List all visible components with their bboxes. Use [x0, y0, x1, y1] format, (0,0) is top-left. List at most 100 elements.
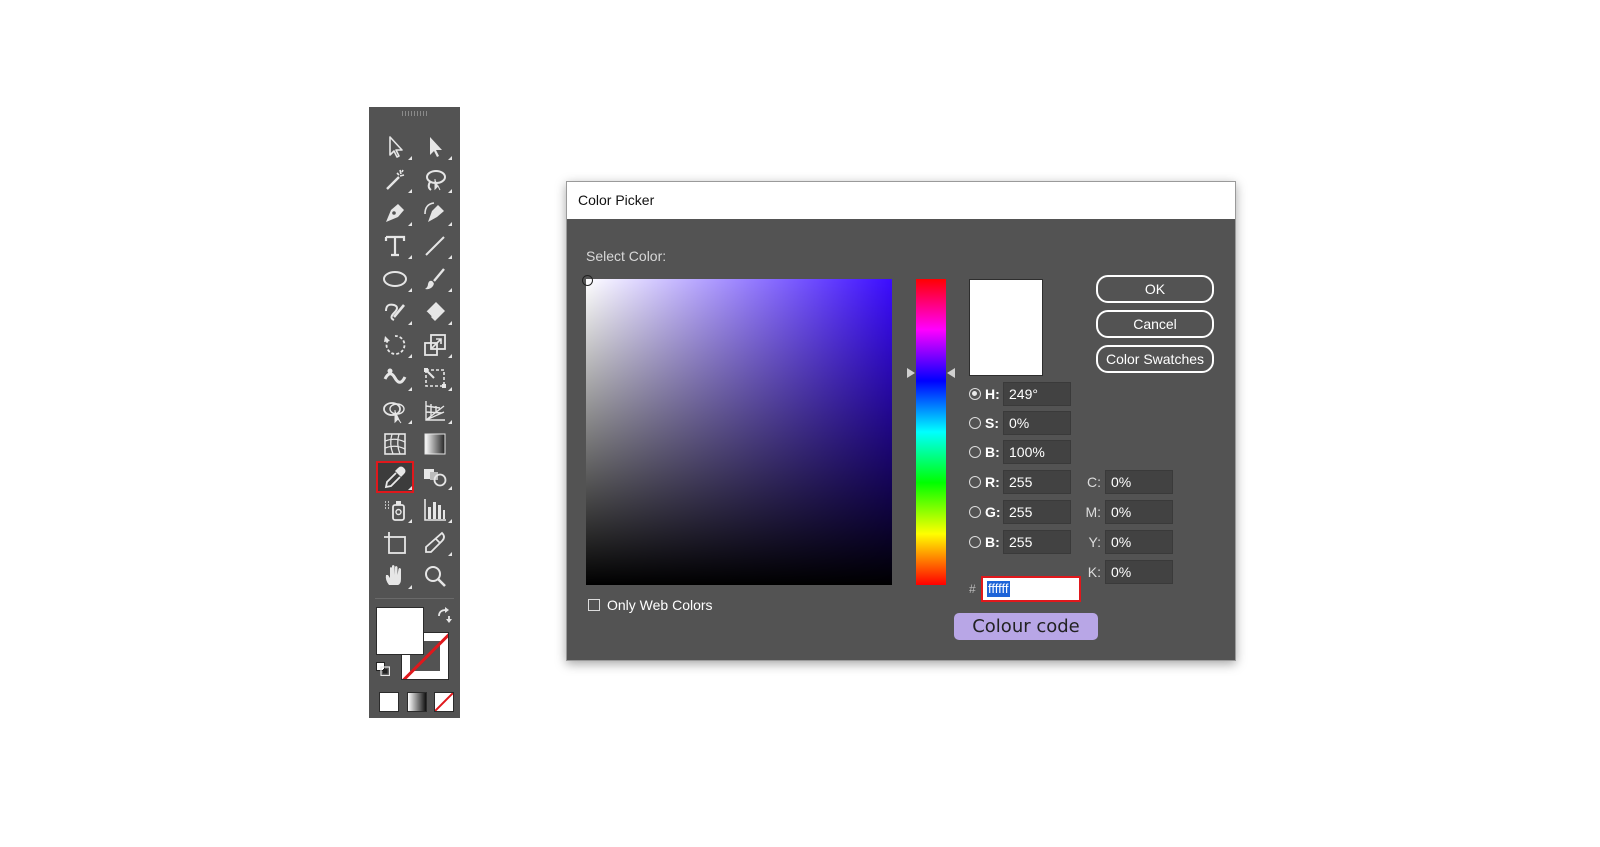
lasso-tool[interactable]: [417, 165, 453, 195]
dialog-titlebar[interactable]: Color Picker: [567, 182, 1235, 219]
magic-wand-tool[interactable]: [377, 165, 413, 195]
width-icon: [383, 368, 407, 384]
magenta-field-row: M: 0%: [1081, 500, 1173, 524]
green-label: G:: [985, 504, 1001, 520]
perspective-grid-icon: [425, 401, 445, 421]
eraser-tool[interactable]: [417, 297, 453, 327]
magenta-input[interactable]: 0%: [1105, 500, 1173, 524]
swap-fill-stroke-icon[interactable]: [436, 607, 452, 623]
arrow-filled-icon: [430, 137, 442, 157]
brightness-label: B:: [985, 444, 1000, 460]
selection-tool[interactable]: [377, 132, 413, 162]
color-picker-dialog: Color Picker Select Color: OK Cancel Col…: [566, 181, 1236, 661]
lasso-icon: [426, 170, 446, 191]
red-input[interactable]: 255: [1003, 470, 1071, 494]
saturation-field-row: S: 0%: [969, 411, 1071, 435]
zoom-tool[interactable]: [417, 561, 453, 591]
perspective-grid-tool[interactable]: [417, 396, 453, 426]
scale-tool[interactable]: [417, 330, 453, 360]
colour-code-annotation: Colour code: [954, 613, 1098, 640]
blue-radio[interactable]: [969, 536, 981, 548]
red-radio[interactable]: [969, 476, 981, 488]
paintbrush-tool[interactable]: [417, 264, 453, 294]
hue-slider-right-arrow[interactable]: [947, 368, 955, 379]
shape-builder-icon: [383, 402, 405, 424]
artboard-icon: [384, 532, 406, 554]
black-gradient-layer: [586, 279, 892, 585]
shaper-icon: [385, 303, 405, 321]
rotate-icon: [384, 335, 406, 355]
arrow-outline-icon: [389, 136, 403, 158]
hand-tool[interactable]: [377, 561, 413, 591]
brightness-input[interactable]: 100%: [1003, 440, 1071, 464]
line-segment-tool[interactable]: [417, 231, 453, 261]
cancel-button[interactable]: Cancel: [1096, 310, 1214, 338]
eraser-icon: [425, 302, 445, 321]
saturation-radio[interactable]: [969, 417, 981, 429]
yellow-label: Y:: [1088, 534, 1101, 550]
eyedropper-tool[interactable]: [376, 461, 414, 493]
cyan-input[interactable]: 0%: [1105, 470, 1173, 494]
blue-input[interactable]: 255: [1003, 530, 1071, 554]
blue-label: B:: [985, 534, 1000, 550]
red-field-row: R: 255: [969, 470, 1071, 494]
artboard-tool[interactable]: [377, 528, 413, 558]
width-tool[interactable]: [377, 363, 413, 393]
saturation-brightness-field[interactable]: [582, 275, 892, 585]
shape-builder-tool[interactable]: [377, 396, 413, 426]
yellow-input[interactable]: 0%: [1105, 530, 1173, 554]
column-graph-tool[interactable]: [417, 495, 453, 525]
ellipse-tool[interactable]: [377, 264, 413, 294]
hue-slider-left-arrow[interactable]: [907, 368, 915, 379]
shaper-tool[interactable]: [377, 297, 413, 327]
blend-tool[interactable]: [417, 462, 453, 492]
cyan-field-row: C: 0%: [1081, 470, 1173, 494]
brightness-radio[interactable]: [969, 446, 981, 458]
symbol-sprayer-tool[interactable]: [377, 495, 413, 525]
ok-button[interactable]: OK: [1096, 275, 1214, 303]
only-web-colors-checkbox[interactable]: [588, 599, 600, 611]
black-input[interactable]: 0%: [1105, 560, 1173, 584]
hash-symbol: #: [969, 582, 976, 596]
brightness-field-row: B: 100%: [969, 440, 1071, 464]
rotate-tool[interactable]: [377, 330, 413, 360]
yellow-field-row: Y: 0%: [1081, 530, 1173, 554]
mesh-icon: [384, 433, 406, 455]
color-swatches-button[interactable]: Color Swatches: [1096, 345, 1214, 373]
none-mode-button[interactable]: [434, 692, 454, 712]
mesh-tool[interactable]: [377, 429, 413, 459]
slice-icon: [425, 531, 445, 553]
line-icon: [425, 236, 445, 256]
only-web-colors-label: Only Web Colors: [607, 597, 713, 613]
color-field-cursor[interactable]: [582, 275, 593, 286]
magic-wand-icon: [386, 169, 405, 190]
symbol-sprayer-icon: [385, 501, 405, 521]
pen-icon: [386, 204, 404, 222]
color-mode-button[interactable]: [379, 692, 399, 712]
default-fill-stroke-icon[interactable]: [376, 662, 390, 676]
pen-tool[interactable]: [377, 198, 413, 228]
hue-field-row: H: 249°: [969, 382, 1071, 406]
dialog-title: Color Picker: [578, 192, 655, 208]
black-field-row: K: 0%: [1081, 560, 1173, 584]
hex-value-selected: ffffff: [987, 581, 1010, 597]
hex-input[interactable]: ffffff: [981, 576, 1081, 602]
gradient-icon: [424, 433, 446, 455]
slice-tool[interactable]: [417, 528, 453, 558]
green-input[interactable]: 255: [1003, 500, 1071, 524]
gradient-tool[interactable]: [417, 429, 453, 459]
free-transform-tool[interactable]: [417, 363, 453, 393]
saturation-input[interactable]: 0%: [1003, 411, 1071, 435]
only-web-colors-option[interactable]: Only Web Colors: [588, 597, 713, 613]
hue-slider[interactable]: [916, 279, 946, 585]
green-radio[interactable]: [969, 506, 981, 518]
curvature-tool[interactable]: [417, 198, 453, 228]
type-tool[interactable]: [377, 231, 413, 261]
panel-grip[interactable]: [402, 111, 428, 116]
hue-input[interactable]: 249°: [1003, 382, 1071, 406]
direct-selection-tool[interactable]: [417, 132, 453, 162]
hue-label: H:: [985, 386, 1000, 402]
hue-radio[interactable]: [969, 388, 981, 400]
gradient-mode-button[interactable]: [407, 692, 427, 712]
fill-swatch[interactable]: [376, 607, 424, 655]
